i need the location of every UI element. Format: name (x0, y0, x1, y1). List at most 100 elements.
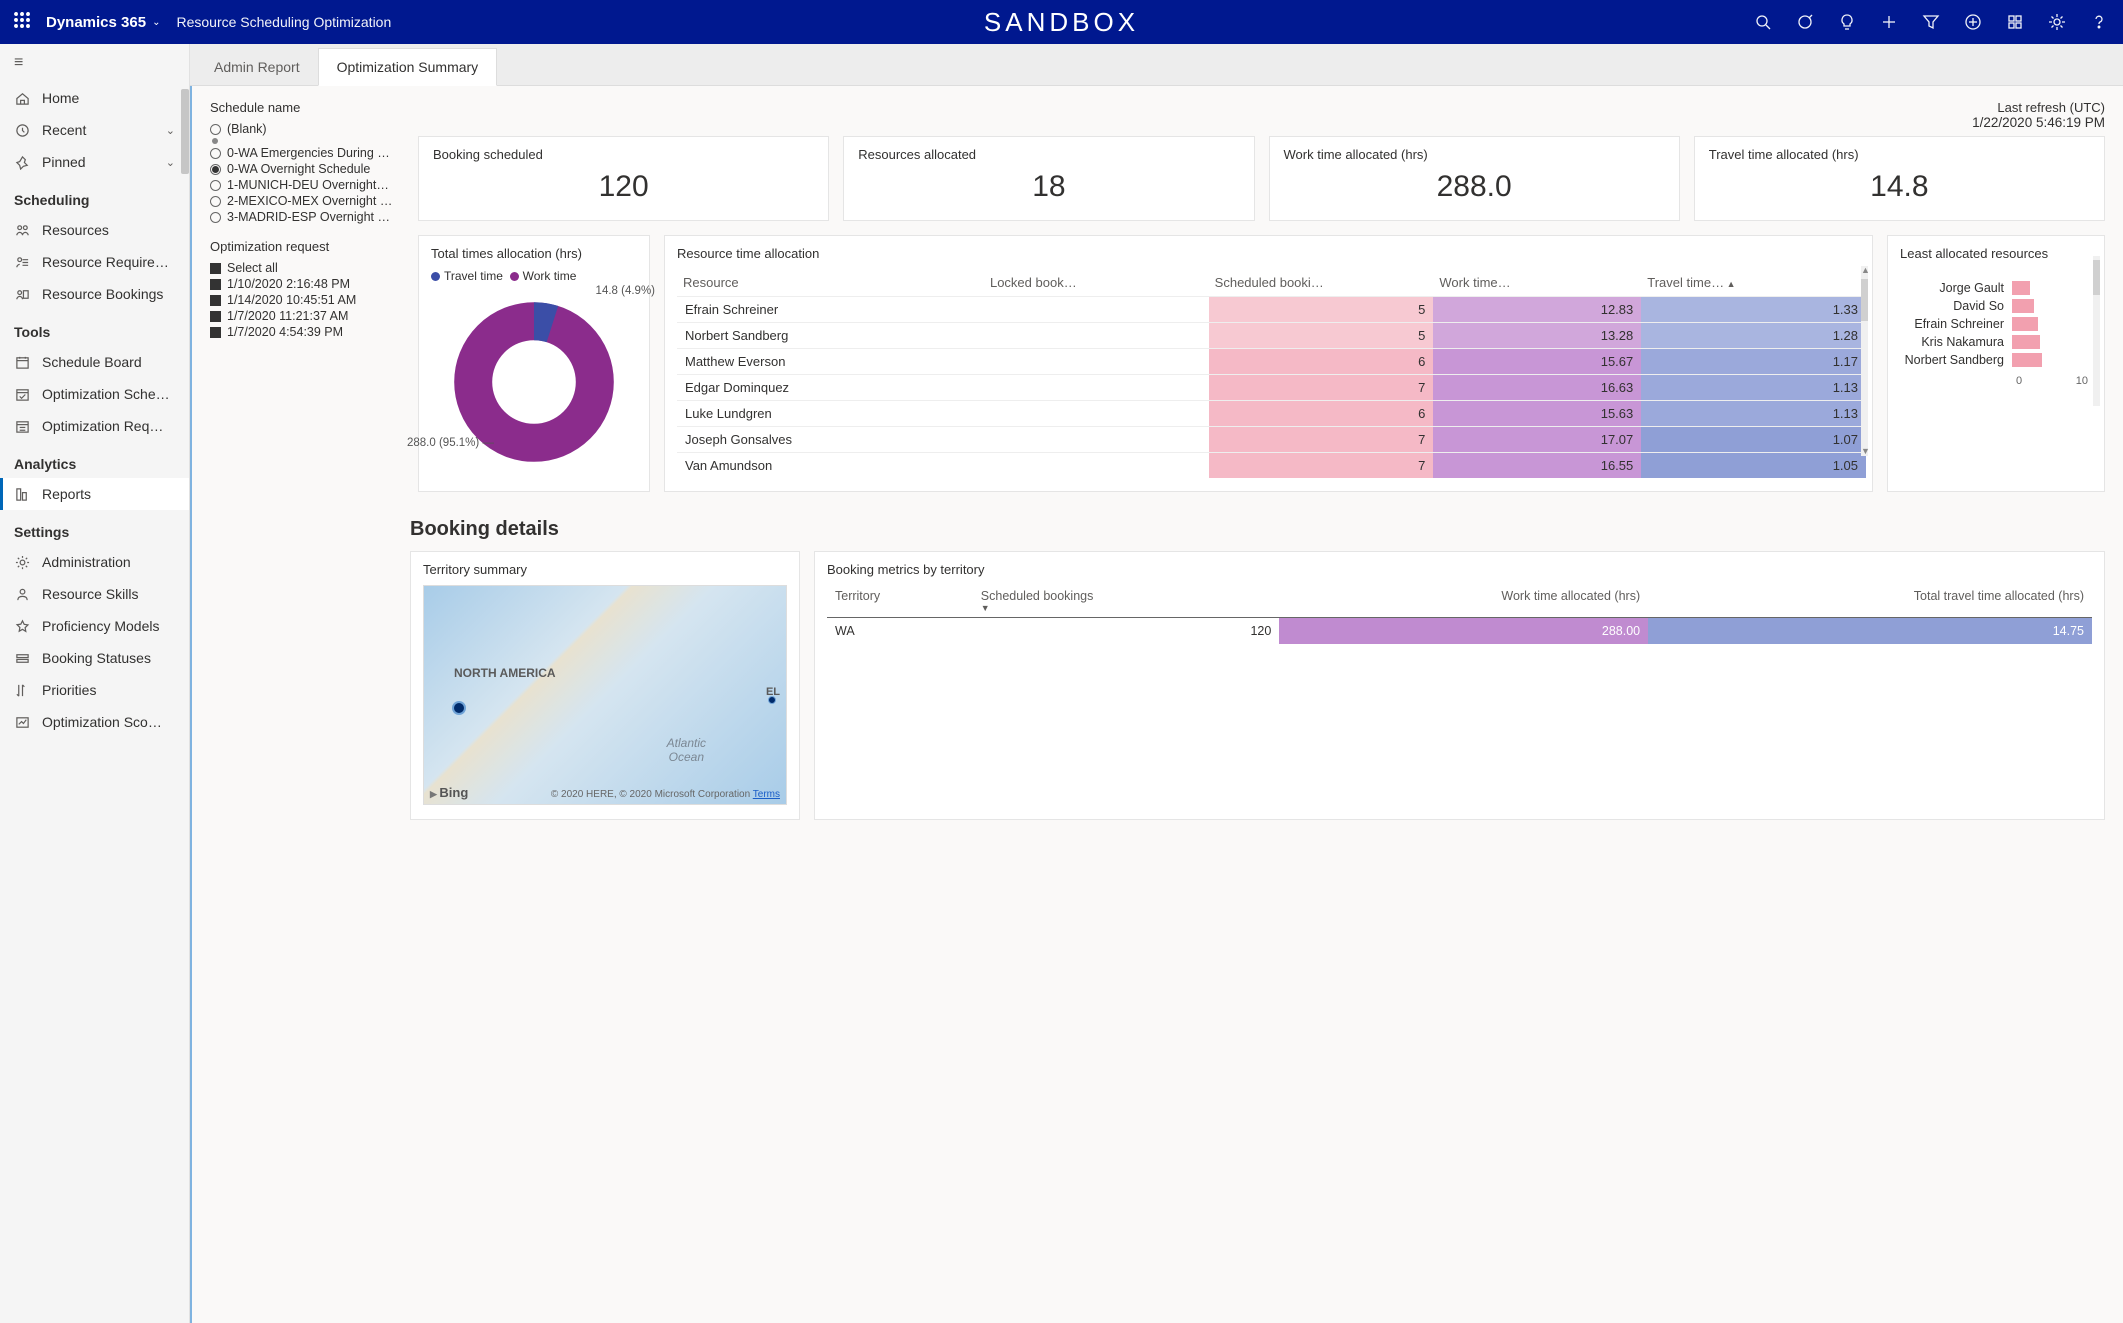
circle-plus-icon[interactable] (1963, 12, 1983, 32)
sidebar-item-resource-require-[interactable]: Resource Require… (0, 246, 189, 278)
least-scrollbar[interactable] (2093, 256, 2100, 406)
table-row[interactable]: Van Amundson716.551.05 (677, 453, 1866, 479)
least-row[interactable]: Norbert Sandberg (1900, 353, 2092, 367)
help-icon[interactable] (2089, 12, 2109, 32)
brand-label[interactable]: Dynamics 365 (46, 14, 146, 31)
radio-icon (210, 180, 221, 191)
sidebar-item-resource-bookings[interactable]: Resource Bookings (0, 278, 189, 310)
sidebar-group-tools: Tools (0, 310, 189, 346)
metrics-header-work[interactable]: Work time allocated (hrs) (1279, 585, 1648, 618)
table-row[interactable]: Joseph Gonsalves717.071.07 (677, 427, 1866, 453)
map-label-eu: EL (766, 686, 780, 698)
recent-icon (14, 122, 30, 138)
search-icon[interactable] (1753, 12, 1773, 32)
least-row[interactable]: Jorge Gault (1900, 281, 2092, 295)
kpi-value: 120 (433, 170, 814, 204)
table-header[interactable]: Work time… (1433, 269, 1641, 297)
request-option[interactable]: Select all (210, 260, 400, 276)
sidebar-item-resource-skills[interactable]: Resource Skills (0, 578, 189, 610)
metrics-header-territory[interactable]: Territory (827, 585, 973, 618)
sidebar-item-booking-statuses[interactable]: Booking Statuses (0, 642, 189, 674)
schedule-name-list: (Blank) 0-WA Emergencies During …0-WA Ove… (210, 121, 400, 225)
table-header[interactable]: Locked book… (984, 269, 1209, 297)
least-row[interactable]: Efrain Schreiner (1900, 317, 2092, 331)
table-row[interactable]: Efrain Schreiner512.831.33 (677, 297, 1866, 323)
request-option[interactable]: 1/7/2020 11:21:37 AM (210, 308, 400, 324)
sidebar-item-administration[interactable]: Administration (0, 546, 189, 578)
least-allocated-title: Least allocated resources (1900, 246, 2092, 261)
kpi-card: Booking scheduled120 (418, 136, 829, 221)
sidebar-item-optimization-req-[interactable]: Optimization Req… (0, 410, 189, 442)
request-option[interactable]: 1/14/2020 10:45:51 AM (210, 292, 400, 308)
donut-label-work: 288.0 (95.1%) — (407, 437, 494, 449)
sidebar-item-optimization-sco-[interactable]: Optimization Sco… (0, 706, 189, 738)
sidebar-item-optimization-sche-[interactable]: Optimization Sche… (0, 378, 189, 410)
radio-icon (212, 138, 218, 144)
legend-work-label: Work time (523, 269, 577, 283)
extensions-icon[interactable] (2005, 12, 2025, 32)
table-scrollbar[interactable]: ▲ ▼ (1861, 266, 1868, 456)
territory-summary-panel: Territory summary NORTH AMERICA Atlantic… (410, 551, 800, 820)
schedule-option[interactable]: 0-WA Emergencies During … (210, 145, 400, 161)
least-row[interactable]: Kris Nakamura (1900, 335, 2092, 349)
tab-admin-report[interactable]: Admin Report (196, 49, 318, 85)
hamburger-icon[interactable]: ≡ (0, 44, 189, 82)
kpi-value: 14.8 (1709, 170, 2090, 204)
filter-icon[interactable] (1921, 12, 1941, 32)
kpi-title: Resources allocated (858, 147, 1239, 162)
sidebar-item-reports[interactable]: Reports (0, 478, 189, 510)
req-icon (14, 254, 30, 270)
territory-map[interactable]: NORTH AMERICA AtlanticOcean EL Bing © 20… (423, 585, 787, 805)
request-option[interactable]: 1/10/2020 2:16:48 PM (210, 276, 400, 292)
sidebar-item-resources[interactable]: Resources (0, 214, 189, 246)
bulb-icon[interactable] (1837, 12, 1857, 32)
target-icon[interactable] (1795, 12, 1815, 32)
table-header[interactable]: Travel time… (1641, 269, 1866, 297)
map-terms-link[interactable]: Terms (753, 789, 780, 800)
sidebar-item-home[interactable]: Home (0, 82, 189, 114)
least-row[interactable]: David So (1900, 299, 2092, 313)
status-icon (14, 650, 30, 666)
resource-time-panel: Resource time allocation ResourceLocked … (664, 235, 1873, 492)
table-row[interactable]: Luke Lundgren615.631.13 (677, 401, 1866, 427)
table-row[interactable]: Matthew Everson615.671.17 (677, 349, 1866, 375)
least-allocated-axis: 010 (1900, 375, 2092, 387)
checkbox-icon (210, 263, 221, 274)
sidebar-item-pinned[interactable]: Pinned⌄ (0, 146, 189, 178)
sidebar-item-proficiency-models[interactable]: Proficiency Models (0, 610, 189, 642)
reports-icon (14, 486, 30, 502)
schedule-option[interactable]: 3-MADRID-ESP Overnight … (210, 209, 400, 225)
bar (2012, 299, 2034, 313)
map-point-wa[interactable] (452, 701, 466, 715)
metrics-header-travel[interactable]: Total travel time allocated (hrs) (1648, 585, 2092, 618)
request-option[interactable]: 1/7/2020 4:54:39 PM (210, 324, 400, 340)
table-header[interactable]: Scheduled booki… (1209, 269, 1434, 297)
schedule-option[interactable]: 1-MUNICH-DEU Overnight… (210, 177, 400, 193)
table-header[interactable]: Resource (677, 269, 984, 297)
sidebar-group-analytics: Analytics (0, 442, 189, 478)
table-row[interactable]: Norbert Sandberg513.281.28 (677, 323, 1866, 349)
map-copyright: © 2020 HERE, © 2020 Microsoft Corporatio… (551, 789, 780, 800)
plus-icon[interactable] (1879, 12, 1899, 32)
sidebar-item-priorities[interactable]: Priorities (0, 674, 189, 706)
donut-label-travel: 14.8 (4.9%) (596, 285, 655, 297)
kpi-card: Work time allocated (hrs)288.0 (1269, 136, 1680, 221)
app-launcher-icon[interactable] (8, 11, 36, 34)
metrics-cell-territory: WA (827, 618, 973, 645)
gear-icon[interactable] (2047, 12, 2067, 32)
schedule-option[interactable]: 2-MEXICO-MEX Overnight … (210, 193, 400, 209)
kpi-title: Travel time allocated (hrs) (1709, 147, 2090, 162)
radio-icon (210, 148, 221, 159)
schedule-option[interactable]: 0-WA Overnight Schedule (210, 161, 400, 177)
sidebar-item-schedule-board[interactable]: Schedule Board (0, 346, 189, 378)
table-row[interactable]: Edgar Dominquez716.631.13 (677, 375, 1866, 401)
schedule-option[interactable]: (Blank) (210, 121, 400, 137)
metrics-cell-work: 288.00 (1279, 618, 1648, 645)
tab-optimization-summary[interactable]: Optimization Summary (318, 48, 498, 86)
sidebar-item-recent[interactable]: Recent⌄ (0, 114, 189, 146)
metrics-header-scheduled[interactable]: Scheduled bookings▼ (973, 585, 1280, 618)
brand-chevron-icon[interactable]: ⌄ (152, 17, 160, 28)
sidebar-scrollbar[interactable] (181, 89, 189, 174)
sidebar-group-settings: Settings (0, 510, 189, 546)
schedule-option[interactable] (210, 137, 400, 145)
